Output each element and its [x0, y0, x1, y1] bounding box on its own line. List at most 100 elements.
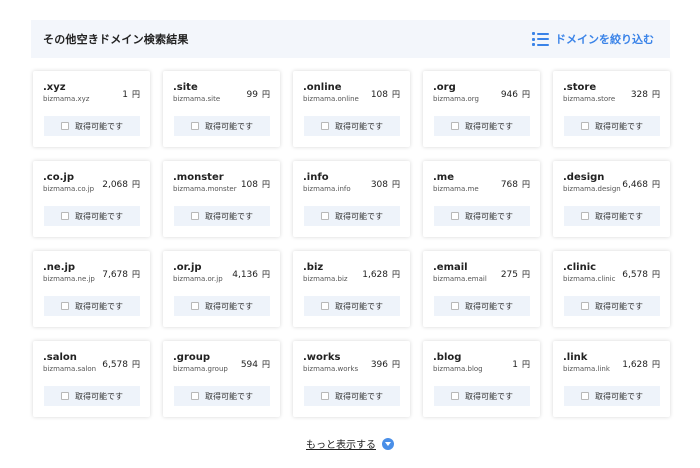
availability-label: 取得可能です: [75, 211, 123, 221]
price-value: 6,578: [622, 270, 648, 280]
checkbox-icon[interactable]: [61, 122, 69, 130]
price-value: 594: [240, 360, 258, 370]
domain-name: bizmama.group: [173, 365, 228, 373]
domain-name: bizmama.works: [303, 365, 359, 373]
checkbox-icon[interactable]: [321, 392, 329, 400]
price-value: 2,068: [102, 180, 128, 190]
price-value: 308: [370, 180, 388, 190]
checkbox-icon[interactable]: [581, 122, 589, 130]
domain-name: bizmama.salon: [43, 365, 97, 373]
checkbox-icon[interactable]: [61, 212, 69, 220]
domain-tld: .or.jp: [173, 262, 202, 273]
price-currency: 円: [392, 360, 400, 369]
domain-tld: .design: [563, 172, 605, 183]
domain-tld: .online: [303, 82, 342, 93]
checkbox-icon[interactable]: [451, 122, 459, 130]
availability-label: 取得可能です: [75, 301, 123, 311]
checkbox-icon[interactable]: [581, 392, 589, 400]
price-currency: 円: [652, 270, 660, 279]
availability-label: 取得可能です: [335, 391, 383, 401]
domain-tld: .monster: [173, 172, 224, 183]
show-more-link[interactable]: もっと表示する: [306, 436, 376, 451]
show-more: もっと表示する: [0, 436, 700, 451]
domain-name: bizmama.or.jp: [173, 275, 223, 283]
price-value: 7,678: [102, 270, 128, 280]
domain-price: 275 円: [501, 269, 530, 280]
price-currency: 円: [132, 270, 140, 279]
domain-tld: .biz: [303, 262, 324, 273]
price-currency: 円: [522, 270, 530, 279]
checkbox-icon[interactable]: [191, 212, 199, 220]
chevron-down-circle-icon[interactable]: [382, 437, 394, 450]
select-domain-button[interactable]: 取得可能です: [304, 116, 400, 136]
domain-card: .salon bizmama.salon 6,578 円取得可能です: [33, 341, 150, 417]
domain-card: .co.jp bizmama.co.jp 2,068 円取得可能です: [33, 161, 150, 237]
checkbox-icon[interactable]: [191, 122, 199, 130]
price-currency: 円: [262, 360, 270, 369]
filter-domains-button[interactable]: ドメインを絞り込む: [532, 31, 654, 47]
select-domain-button[interactable]: 取得可能です: [174, 116, 270, 136]
availability-label: 取得可能です: [465, 391, 513, 401]
select-domain-button[interactable]: 取得可能です: [434, 206, 530, 226]
select-domain-button[interactable]: 取得可能です: [564, 206, 660, 226]
checkbox-icon[interactable]: [451, 302, 459, 310]
checkbox-icon[interactable]: [191, 302, 199, 310]
availability-label: 取得可能です: [595, 301, 643, 311]
list-icon: [532, 32, 549, 46]
domain-tld: .clinic: [563, 262, 597, 273]
checkbox-icon[interactable]: [61, 302, 69, 310]
domain-tld: .group: [173, 352, 211, 363]
checkbox-icon[interactable]: [581, 302, 589, 310]
select-domain-button[interactable]: 取得可能です: [174, 206, 270, 226]
select-domain-button[interactable]: 取得可能です: [44, 206, 140, 226]
select-domain-button[interactable]: 取得可能です: [44, 386, 140, 406]
domain-name: bizmama.blog: [433, 365, 483, 373]
select-domain-button[interactable]: 取得可能です: [44, 116, 140, 136]
checkbox-icon[interactable]: [581, 212, 589, 220]
select-domain-button[interactable]: 取得可能です: [434, 386, 530, 406]
domain-name: bizmama.link: [563, 365, 610, 373]
select-domain-button[interactable]: 取得可能です: [304, 206, 400, 226]
availability-label: 取得可能です: [465, 121, 513, 131]
select-domain-button[interactable]: 取得可能です: [434, 296, 530, 316]
domain-tld: .co.jp: [43, 172, 74, 183]
domain-card: .email bizmama.email 275 円取得可能です: [423, 251, 540, 327]
select-domain-button[interactable]: 取得可能です: [564, 386, 660, 406]
price-value: 768: [500, 180, 518, 190]
domain-name: bizmama.ne.jp: [43, 275, 95, 283]
domain-price: 1,628 円: [622, 359, 660, 370]
price-currency: 円: [652, 360, 660, 369]
availability-label: 取得可能です: [75, 391, 123, 401]
select-domain-button[interactable]: 取得可能です: [304, 296, 400, 316]
checkbox-icon[interactable]: [321, 122, 329, 130]
price-value: 4,136: [232, 270, 258, 280]
select-domain-button[interactable]: 取得可能です: [304, 386, 400, 406]
select-domain-button[interactable]: 取得可能です: [434, 116, 530, 136]
checkbox-icon[interactable]: [451, 392, 459, 400]
select-domain-button[interactable]: 取得可能です: [174, 386, 270, 406]
domain-card: .online bizmama.online 108 円取得可能です: [293, 71, 410, 147]
checkbox-icon[interactable]: [451, 212, 459, 220]
availability-label: 取得可能です: [595, 211, 643, 221]
checkbox-icon[interactable]: [321, 212, 329, 220]
price-currency: 円: [392, 180, 400, 189]
select-domain-button[interactable]: 取得可能です: [564, 116, 660, 136]
domain-price: 946 円: [501, 89, 530, 100]
domain-tld: .email: [433, 262, 468, 273]
select-domain-button[interactable]: 取得可能です: [44, 296, 140, 316]
domain-card: .me bizmama.me 768 円取得可能です: [423, 161, 540, 237]
checkbox-icon[interactable]: [191, 392, 199, 400]
domain-card: .info bizmama.info 308 円取得可能です: [293, 161, 410, 237]
select-domain-button[interactable]: 取得可能です: [174, 296, 270, 316]
domain-tld: .xyz: [43, 82, 66, 93]
select-domain-button[interactable]: 取得可能です: [564, 296, 660, 316]
domain-name: bizmama.info: [303, 185, 351, 193]
domain-tld: .salon: [43, 352, 77, 363]
domain-tld: .org: [433, 82, 456, 93]
domain-card: .or.jp bizmama.or.jp 4,136 円取得可能です: [163, 251, 280, 327]
availability-label: 取得可能です: [75, 121, 123, 131]
domain-price: 4,136 円: [232, 269, 270, 280]
checkbox-icon[interactable]: [321, 302, 329, 310]
checkbox-icon[interactable]: [61, 392, 69, 400]
price-currency: 円: [522, 180, 530, 189]
